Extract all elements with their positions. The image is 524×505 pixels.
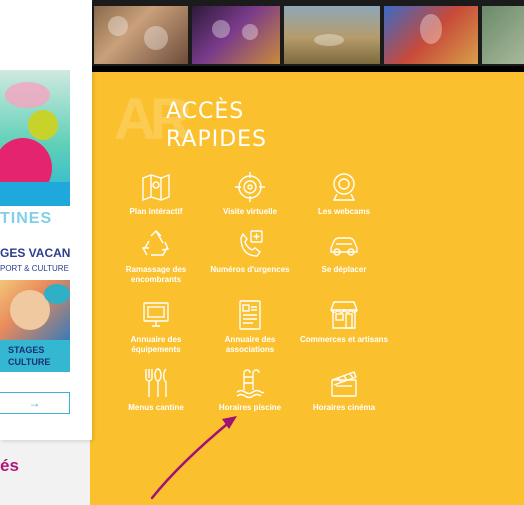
promo-photo	[0, 280, 70, 340]
quick-link-webcams[interactable]: Les webcams	[298, 170, 390, 217]
section-title: ACCÈS RAPIDES	[166, 98, 267, 154]
quick-link-equipements[interactable]: Annuaire des équipements	[110, 298, 202, 355]
quick-link-horaires-cinema[interactable]: Horaires cinéma	[298, 366, 390, 413]
cutlery-icon	[145, 368, 167, 397]
quick-link-commerces[interactable]: Commerces et artisans	[298, 298, 390, 345]
target-icon	[235, 172, 265, 202]
quick-link-visite-virtuelle[interactable]: Visite virtuelle	[204, 170, 296, 217]
quick-link-label: Annuaire des associations	[224, 335, 276, 354]
holiday-courses-banner[interactable]: TINES GES VACANCES PORT & CULTURE STAGES…	[0, 206, 70, 372]
webcam-icon	[332, 173, 356, 201]
arrow-right-icon: →	[28, 396, 41, 410]
photo-thumbnail[interactable]	[94, 6, 188, 64]
decorative-shape	[28, 110, 58, 140]
directory-icon	[239, 300, 261, 330]
quick-link-label: Horaires piscine	[218, 403, 282, 412]
title-line-2: RAPIDES	[166, 127, 268, 152]
stages-line-2: CULTURE	[8, 357, 51, 367]
decorative-shape	[5, 82, 50, 108]
clapperboard-icon	[331, 371, 357, 397]
photo-thumbnail[interactable]	[284, 6, 380, 64]
quick-link-label: Annuaire des équipements	[130, 335, 182, 354]
banner-band	[0, 182, 70, 206]
quick-link-menus-cantine[interactable]: Menus cantine	[110, 366, 202, 413]
stages-line-1: STAGES	[8, 345, 45, 355]
quick-link-encombrants[interactable]: Ramassage des encombrants	[110, 228, 202, 285]
promo-card: TINES GES VACANCES PORT & CULTURE STAGES…	[0, 0, 92, 440]
shop-icon	[329, 301, 359, 329]
quick-link-label: Ramassage des encombrants	[125, 265, 187, 284]
promo-badge	[44, 284, 70, 304]
photo-thumbnail[interactable]	[384, 6, 478, 64]
quick-link-label: Plan intéractif	[129, 207, 183, 216]
map-icon	[142, 173, 170, 202]
quick-link-horaires-piscine[interactable]: Horaires piscine	[204, 366, 296, 413]
quick-link-label: Horaires cinéma	[312, 403, 376, 412]
photo-thumbnail[interactable]	[482, 6, 524, 64]
section-heading-partial: és	[0, 456, 19, 475]
stages-banner: STAGES CULTURE	[0, 340, 70, 372]
quick-link-label: Numéros d'urgences	[210, 265, 290, 274]
photo-thumbnail[interactable]	[192, 6, 280, 64]
pool-icon	[236, 369, 265, 399]
quick-link-urgences[interactable]: Numéros d'urgences	[204, 228, 296, 275]
quick-access-panel: AR ACCÈS RAPIDES Plan intéractif Visite …	[90, 0, 524, 505]
monitor-icon	[143, 302, 169, 327]
emergency-phone-icon	[240, 230, 263, 257]
quick-link-label: Menus cantine	[128, 403, 184, 412]
recycle-icon	[141, 230, 169, 256]
quick-link-label: Se déplacer	[321, 265, 367, 274]
quick-link-label: Visite virtuelle	[222, 207, 278, 216]
strip-border	[90, 66, 524, 72]
quick-link-label: Commerces et artisans	[299, 335, 389, 344]
title-line-1: ACCÈS	[166, 99, 245, 124]
quick-link-se-deplacer[interactable]: Se déplacer	[298, 228, 390, 275]
promo-tagline: PORT & CULTURE	[0, 264, 69, 273]
more-link-button[interactable]: →	[0, 392, 70, 414]
quick-link-label: Les webcams	[317, 207, 371, 216]
promo-subtitle: GES VACANCES	[0, 246, 70, 260]
promo-banner-image[interactable]	[0, 70, 70, 206]
photo-strip	[90, 0, 524, 72]
promo-title: TINES	[0, 210, 53, 227]
quick-link-associations[interactable]: Annuaire des associations	[204, 298, 296, 355]
car-icon	[330, 237, 358, 256]
page: TINES GES VACANCES PORT & CULTURE STAGES…	[0, 0, 524, 505]
quick-link-plan-interactif[interactable]: Plan intéractif	[110, 170, 202, 217]
